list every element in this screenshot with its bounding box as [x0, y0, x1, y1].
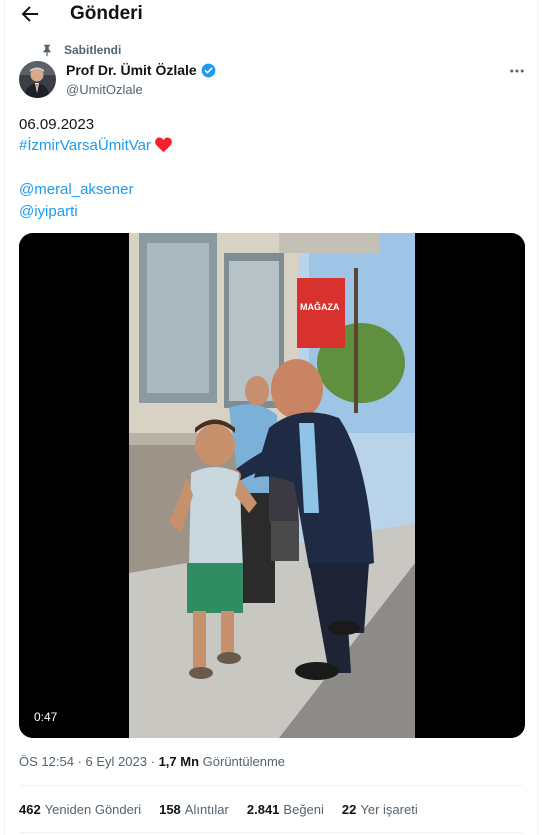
verified-badge-icon [201, 63, 216, 77]
views-label: Görüntülenme [202, 754, 286, 769]
left-border [4, 0, 5, 835]
red-heart-icon [155, 137, 172, 153]
divider [19, 785, 523, 786]
hashtag-link[interactable]: #İzmirVarsaÜmitVar [19, 137, 151, 154]
reposts-count: 462 [19, 802, 41, 817]
mention-link[interactable]: @meral_aksener [19, 180, 133, 200]
back-arrow-icon[interactable] [18, 2, 42, 26]
pinned-label: Sabitlendi [64, 43, 122, 57]
pin-icon [43, 44, 51, 57]
more-options-icon[interactable] [508, 62, 526, 80]
likes-count: 2.841 [246, 802, 280, 817]
views-count: 1,7 Mn [158, 754, 200, 769]
shop-sign-text: MAĞAZA [300, 301, 340, 312]
likes-label: Beğeni [283, 802, 324, 817]
post-date[interactable]: 6 Eyl 2023 [86, 754, 147, 769]
reposts-stat[interactable]: 462 Yeniden Gönderi [19, 802, 141, 817]
video-player[interactable]: MAĞAZA 0:47 [19, 233, 525, 738]
divider [19, 832, 523, 833]
post-date-text: 06.09.2023 [19, 116, 95, 133]
bookmarks-stat[interactable]: 22 Yer işareti [342, 802, 418, 817]
post-meta: ÖS 12:54 · 6 Eyl 2023 · 1,7 Mn Görüntüle… [19, 754, 285, 769]
author-name[interactable]: Prof Dr. Ümit Özlale [66, 62, 216, 78]
engagement-stats: 462 Yeniden Gönderi 158 Alıntılar 2.841 Beğ… [19, 802, 418, 817]
meta-separator: · [150, 754, 155, 769]
bookmarks-count: 22 [341, 802, 357, 817]
page-title: Gönderi [70, 3, 143, 24]
mention-link[interactable]: @iyiparti [19, 202, 78, 222]
video-duration: 0:47 [29, 708, 63, 726]
quotes-stat[interactable]: 158 Alıntılar [159, 802, 229, 817]
avatar[interactable] [19, 61, 56, 98]
video-frame-image: MAĞAZA [19, 233, 525, 738]
bookmarks-label: Yer işareti [360, 802, 418, 817]
quotes-label: Alıntılar [184, 802, 229, 817]
author-handle[interactable]: @UmitOzlale [66, 82, 143, 97]
right-border [537, 0, 538, 835]
quotes-count: 158 [159, 802, 181, 817]
hashtag-line: #İzmirVarsaÜmitVar [19, 136, 173, 156]
pinned-indicator: Sabitlendi [40, 43, 121, 57]
meta-separator: · [77, 754, 82, 769]
reposts-label: Yeniden Gönderi [44, 802, 142, 817]
page-header: Gönderi [0, 0, 542, 30]
likes-stat[interactable]: 2.841 Beğeni [247, 802, 324, 817]
post-time[interactable]: ÖS 12:54 [19, 754, 74, 769]
author-name-text: Prof Dr. Ümit Özlale [66, 62, 197, 78]
